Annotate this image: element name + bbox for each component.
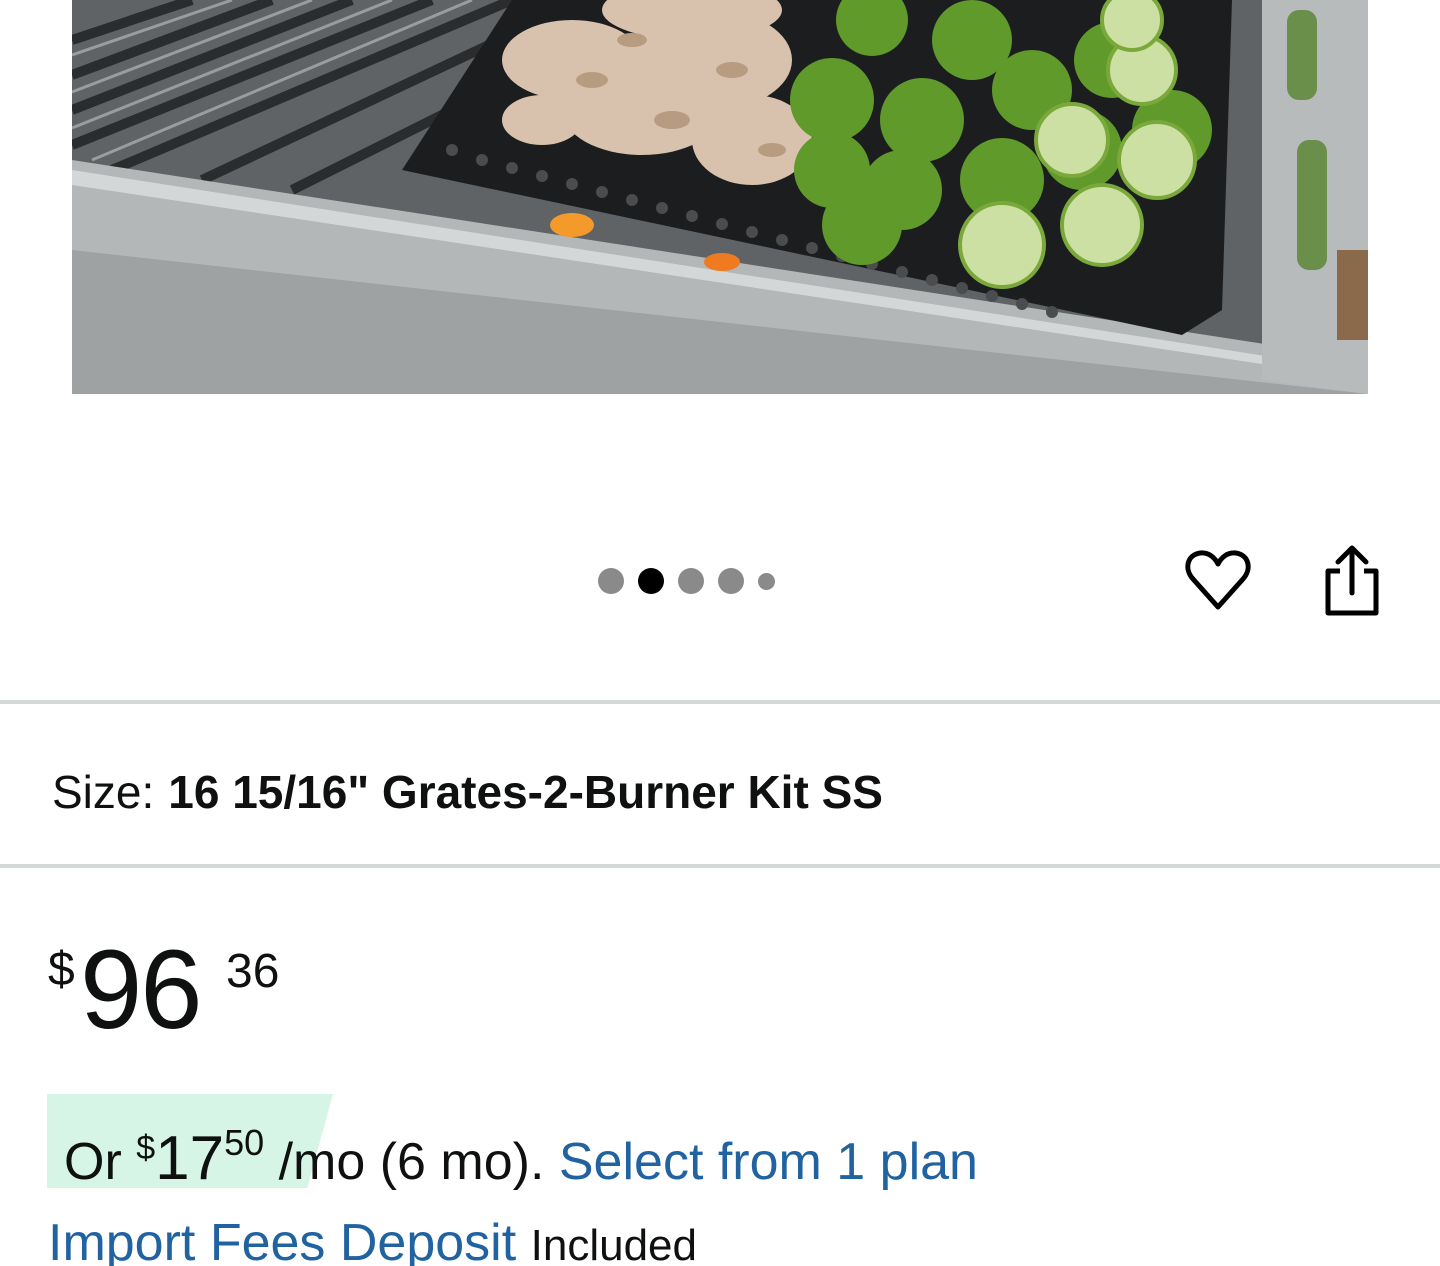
import-fees-status: Included	[530, 1221, 697, 1266]
import-fees-link[interactable]: Import Fees Deposit	[48, 1214, 516, 1266]
installment-offer: Or $1750 /mo (6 mo). Select from 1 plan	[64, 1108, 978, 1197]
carousel-dot[interactable]	[718, 568, 744, 594]
carousel-dot[interactable]	[598, 568, 624, 594]
installment-suffix: /mo (6 mo).	[264, 1133, 545, 1191]
price-symbol: $	[48, 943, 75, 996]
section-divider	[0, 700, 1440, 704]
select-plan-link[interactable]: Select from 1 plan	[559, 1133, 978, 1191]
installment-symbol: $	[136, 1129, 156, 1167]
wishlist-button[interactable]	[1178, 540, 1258, 624]
size-label: Size:	[52, 766, 155, 818]
carousel-indicator	[598, 566, 775, 596]
installment-prefix: Or	[64, 1133, 137, 1191]
share-icon	[1320, 543, 1384, 622]
size-selector[interactable]: Size: 16 15/16" Grates-2-Burner Kit SS	[52, 760, 883, 824]
installment-fraction: 50	[224, 1122, 265, 1163]
size-value: 16 15/16" Grates-2-Burner Kit SS	[168, 766, 883, 818]
carousel-dot-active[interactable]	[638, 568, 664, 594]
price-whole: 96	[80, 927, 203, 1052]
heart-outline-icon	[1183, 545, 1253, 620]
price-fraction: 36	[226, 945, 280, 998]
section-divider	[0, 864, 1440, 868]
carousel-dot[interactable]	[678, 568, 704, 594]
share-button[interactable]	[1312, 540, 1392, 624]
import-fees: Import Fees Deposit Included	[48, 1208, 697, 1266]
product-image[interactable]	[72, 0, 1368, 394]
installment-whole: 17	[155, 1124, 225, 1193]
carousel-dot[interactable]	[758, 572, 775, 590]
